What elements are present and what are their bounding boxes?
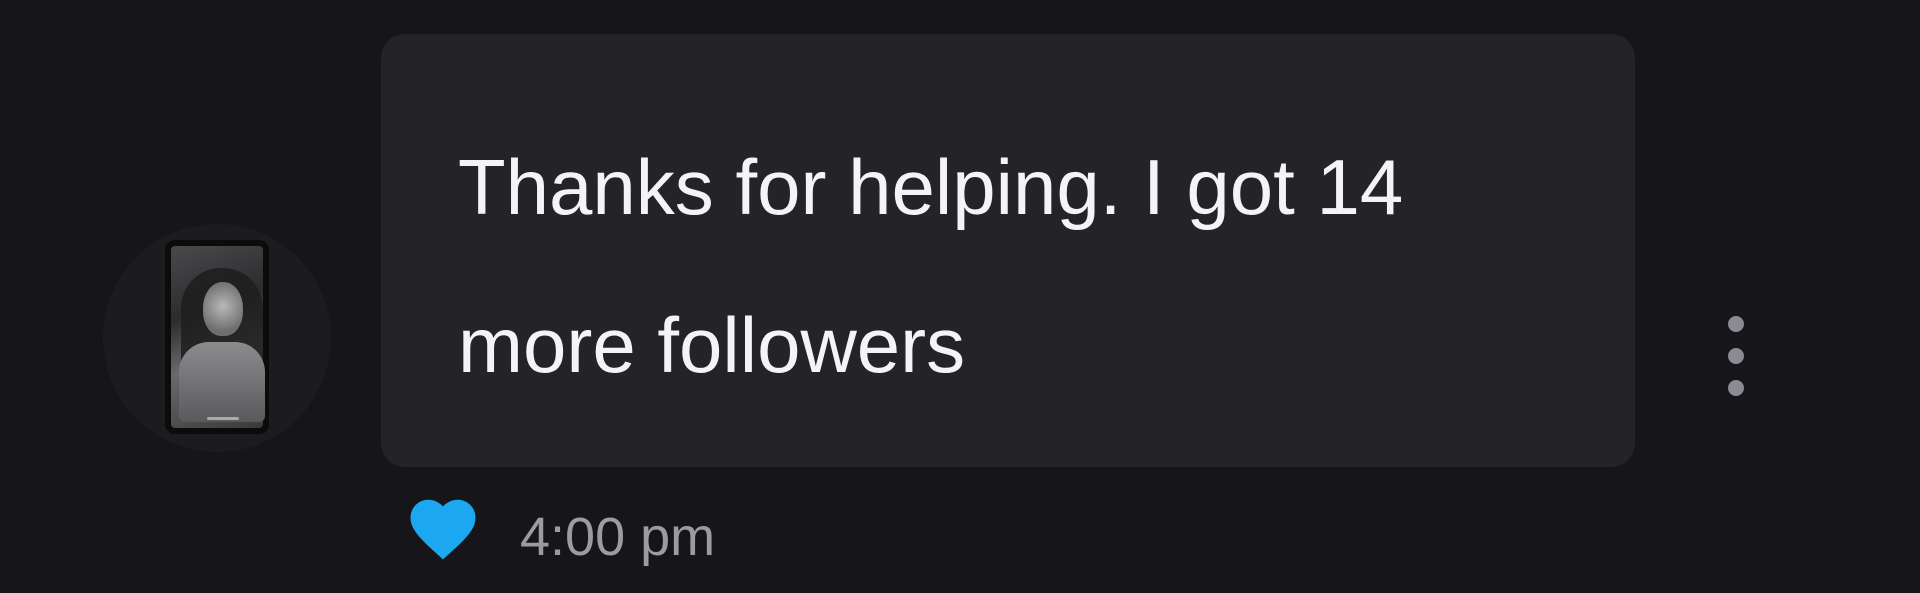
message-text: Thanks for helping. I got 14 more follow… xyxy=(458,143,1404,389)
avatar[interactable] xyxy=(103,224,331,452)
avatar-photo xyxy=(165,240,269,434)
chat-screen: Thanks for helping. I got 14 more follow… xyxy=(0,0,1920,593)
heart-icon[interactable] xyxy=(404,490,482,568)
more-vertical-icon xyxy=(1728,316,1744,332)
message-bubble[interactable]: Thanks for helping. I got 14 more follow… xyxy=(381,34,1635,467)
message-timestamp: 4:00 pm xyxy=(520,507,716,567)
more-options-button[interactable] xyxy=(1716,316,1756,396)
